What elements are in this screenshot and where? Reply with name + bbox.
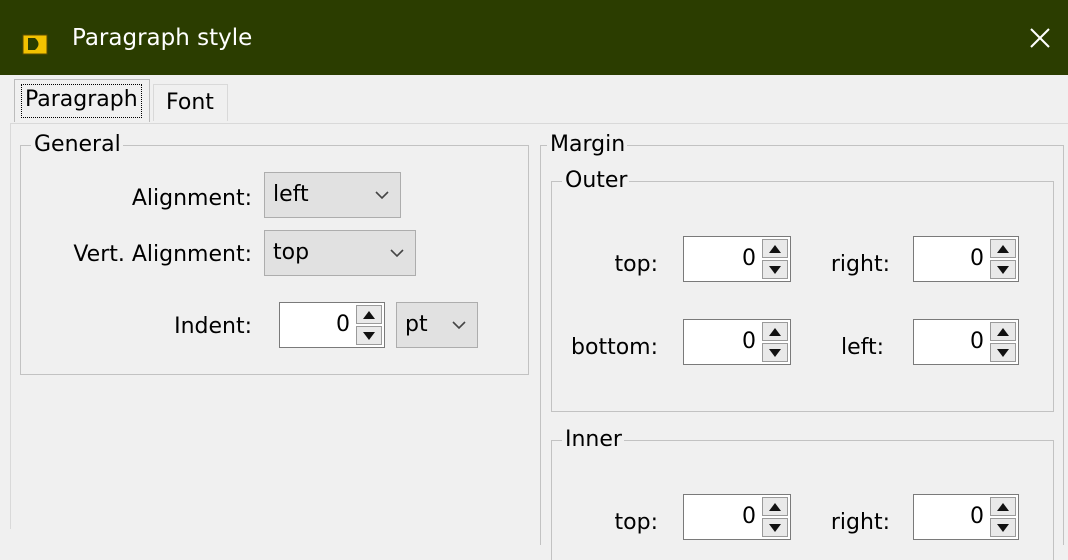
tab-paragraph-label: Paragraph bbox=[21, 84, 142, 118]
outer-top-spinner[interactable]: 0 bbox=[683, 236, 791, 282]
indent-spinner[interactable]: 0 bbox=[279, 302, 385, 348]
spin-up-button[interactable] bbox=[356, 305, 382, 324]
indent-unit-select[interactable]: pt bbox=[396, 302, 478, 348]
outer-bottom-value: 0 bbox=[742, 329, 756, 354]
alignment-value: left bbox=[273, 182, 309, 207]
arrow-down-icon bbox=[997, 348, 1009, 357]
indent-label: Indent: bbox=[174, 314, 252, 339]
inner-top-value: 0 bbox=[742, 504, 756, 529]
chevron-down-icon bbox=[452, 321, 466, 330]
inner-top-label: top: bbox=[614, 510, 658, 535]
outer-top-label: top: bbox=[614, 252, 658, 277]
margin-legend: Margin bbox=[547, 131, 628, 159]
arrow-down-icon bbox=[769, 348, 781, 357]
arrow-up-icon bbox=[769, 244, 781, 253]
outer-right-spinner[interactable]: 0 bbox=[913, 236, 1019, 282]
arrow-down-icon bbox=[769, 265, 781, 274]
arrow-down-icon bbox=[769, 523, 781, 532]
outer-bottom-spinner[interactable]: 0 bbox=[683, 319, 791, 365]
vert-alignment-label: Vert. Alignment: bbox=[73, 242, 252, 267]
arrow-up-icon bbox=[997, 244, 1009, 253]
outer-left-spinner[interactable]: 0 bbox=[913, 319, 1019, 365]
spin-down-button[interactable] bbox=[762, 518, 788, 537]
spin-up-button[interactable] bbox=[762, 497, 788, 516]
title-bar: Paragraph style bbox=[0, 0, 1068, 75]
alignment-select[interactable]: left bbox=[264, 172, 401, 218]
outer-group: Outer bbox=[551, 167, 1054, 412]
arrow-up-icon bbox=[769, 502, 781, 511]
spin-down-button[interactable] bbox=[990, 260, 1016, 279]
spin-up-button[interactable] bbox=[762, 322, 788, 341]
arrow-up-icon bbox=[997, 502, 1009, 511]
spin-down-button[interactable] bbox=[990, 518, 1016, 537]
arrow-down-icon bbox=[363, 331, 375, 340]
vert-alignment-select[interactable]: top bbox=[264, 230, 416, 276]
arrow-up-icon bbox=[769, 327, 781, 336]
spin-down-button[interactable] bbox=[762, 260, 788, 279]
outer-bottom-label: bottom: bbox=[571, 335, 658, 360]
app-icon bbox=[22, 30, 48, 56]
spin-up-button[interactable] bbox=[990, 322, 1016, 341]
outer-left-value: 0 bbox=[970, 329, 984, 354]
close-button[interactable] bbox=[1024, 22, 1056, 54]
spin-down-button[interactable] bbox=[356, 326, 382, 345]
general-legend: General bbox=[31, 131, 123, 159]
chevron-down-icon bbox=[390, 249, 404, 258]
indent-unit-value: pt bbox=[405, 312, 428, 337]
arrow-down-icon bbox=[997, 265, 1009, 274]
vert-alignment-value: top bbox=[273, 240, 310, 265]
spin-up-button[interactable] bbox=[990, 239, 1016, 258]
arrow-up-icon bbox=[997, 327, 1009, 336]
tab-font[interactable]: Font bbox=[153, 84, 228, 121]
outer-top-value: 0 bbox=[742, 246, 756, 271]
spin-up-button[interactable] bbox=[990, 497, 1016, 516]
window-title: Paragraph style bbox=[72, 25, 253, 51]
close-icon bbox=[1030, 28, 1050, 48]
outer-right-value: 0 bbox=[970, 246, 984, 271]
inner-right-value: 0 bbox=[970, 504, 984, 529]
indent-value: 0 bbox=[336, 312, 350, 337]
spin-down-button[interactable] bbox=[762, 343, 788, 362]
arrow-up-icon bbox=[363, 310, 375, 319]
tab-paragraph[interactable]: Paragraph bbox=[14, 79, 150, 122]
outer-left-label: left: bbox=[840, 335, 884, 360]
outer-legend: Outer bbox=[562, 167, 630, 195]
inner-right-spinner[interactable]: 0 bbox=[913, 494, 1019, 540]
outer-right-label: right: bbox=[830, 252, 890, 277]
inner-legend: Inner bbox=[562, 426, 624, 454]
inner-right-label: right: bbox=[830, 510, 890, 535]
alignment-label: Alignment: bbox=[131, 186, 252, 211]
tab-strip: Paragraph Font bbox=[0, 75, 1068, 123]
spin-down-button[interactable] bbox=[990, 343, 1016, 362]
spin-up-button[interactable] bbox=[762, 239, 788, 258]
arrow-down-icon bbox=[997, 523, 1009, 532]
chevron-down-icon bbox=[375, 191, 389, 200]
inner-top-spinner[interactable]: 0 bbox=[683, 494, 791, 540]
